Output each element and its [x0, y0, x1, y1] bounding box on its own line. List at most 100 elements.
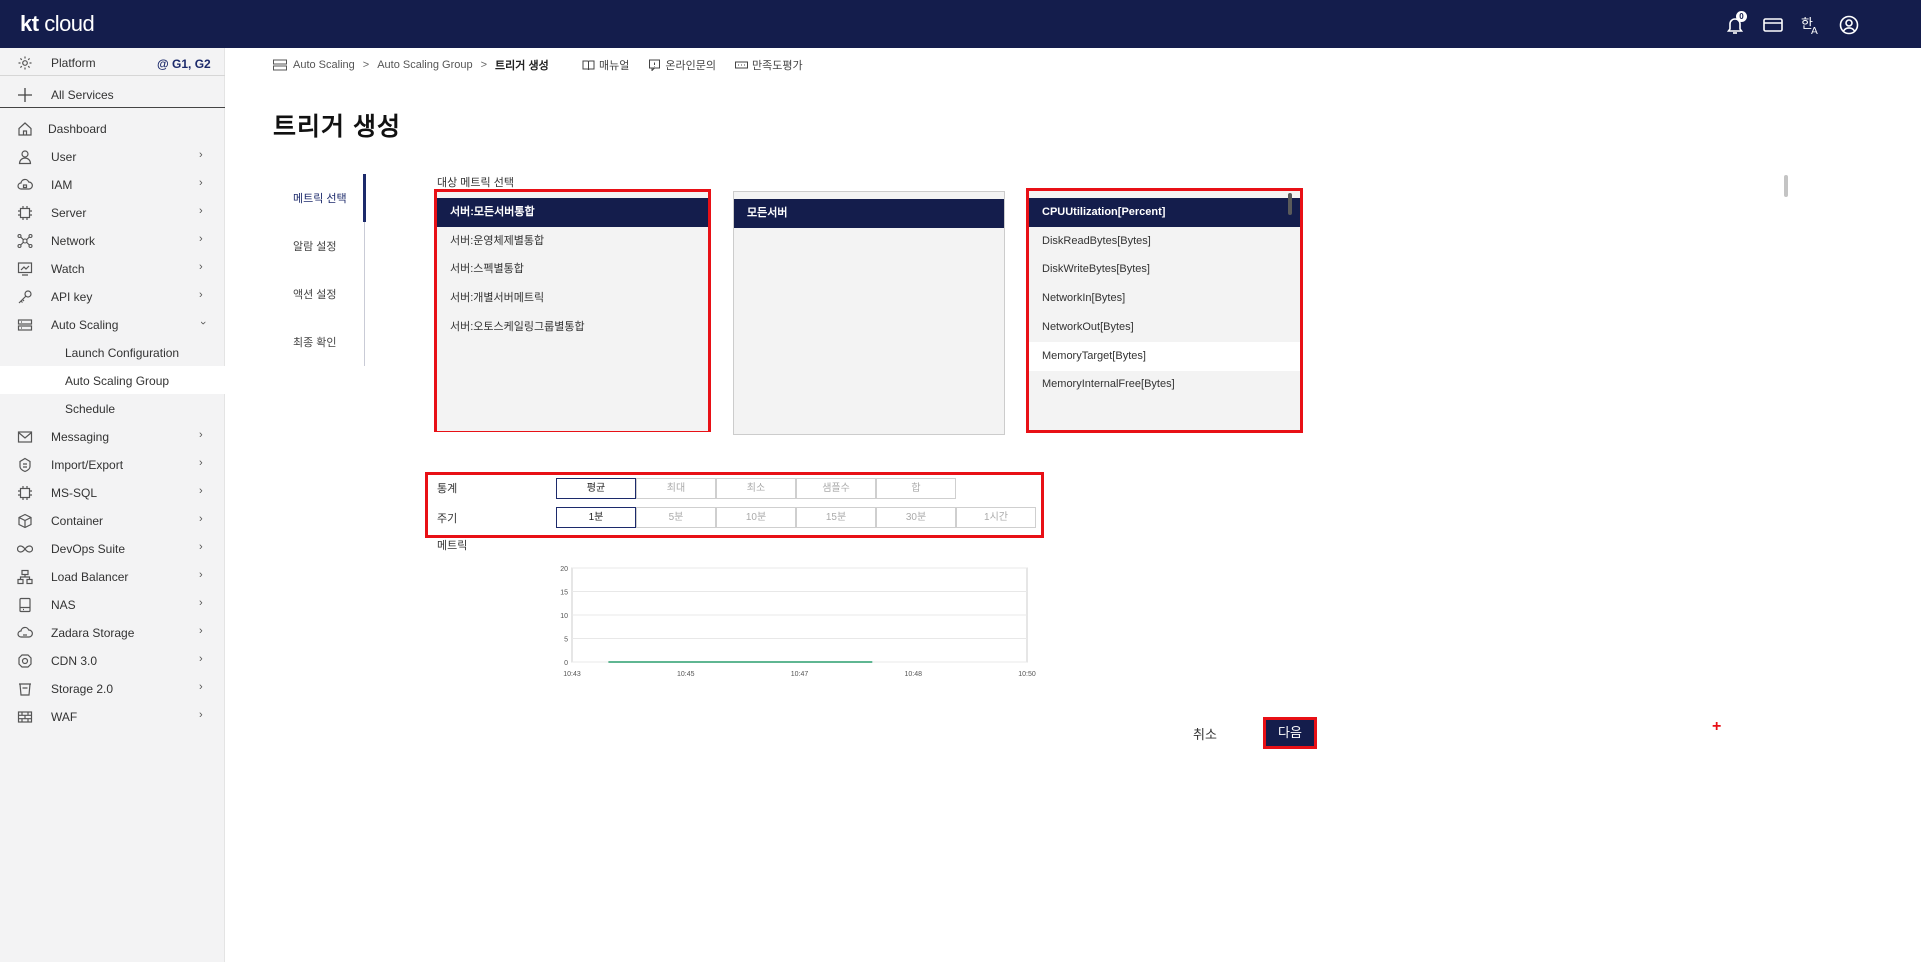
sidebar-item-storage-2[interactable]: Storage 2.0 ›	[0, 674, 225, 702]
sidebar-all-services[interactable]: All Services	[0, 80, 225, 108]
list-item[interactable]: CPUUtilization[Percent]	[1029, 198, 1300, 227]
page-title: 트리거 생성	[273, 113, 401, 141]
chevron-right-icon: ›	[199, 205, 203, 217]
sidebar-item-server[interactable]: Server ›	[0, 198, 225, 226]
list-item[interactable]: DiskReadBytes[Bytes]	[1029, 227, 1300, 256]
sidebar-item-cdn[interactable]: CDN 3.0 ›	[0, 646, 225, 674]
list-item[interactable]: 서버:오토스케일링그룹별통합	[437, 313, 708, 342]
period-option-15m[interactable]: 15분	[796, 507, 876, 528]
chevron-right-icon: ›	[199, 149, 203, 161]
cancel-button[interactable]: 취소	[1193, 724, 1217, 743]
storage-icon	[17, 597, 33, 613]
notification-badge: 0	[1736, 11, 1747, 22]
metric-name-list[interactable]: CPUUtilization[Percent] DiskReadBytes[By…	[1029, 191, 1300, 430]
sidebar-item-messaging[interactable]: Messaging ›	[0, 422, 225, 450]
stat-option-min[interactable]: 최소	[716, 478, 796, 499]
stat-option-max[interactable]: 최대	[636, 478, 716, 499]
zone-tag[interactable]: @ G1, G2	[157, 57, 211, 71]
metric-target-list[interactable]: 모든서버	[733, 191, 1005, 435]
list-item[interactable]: DiskWriteBytes[Bytes]	[1029, 255, 1300, 284]
sidebar-item-container[interactable]: Container ›	[0, 506, 225, 534]
list-item[interactable]: 모든서버	[734, 199, 1004, 228]
chat-icon	[649, 59, 661, 71]
manual-link[interactable]: 매뉴얼	[582, 57, 629, 73]
list-item[interactable]: NetworkOut[Bytes]	[1029, 313, 1300, 342]
list-item[interactable]: 서버:운영체제별통합	[437, 227, 708, 256]
sidebar-item-watch[interactable]: Watch ›	[0, 254, 225, 282]
account-icon[interactable]	[1838, 14, 1860, 36]
satisfaction-survey-link[interactable]: 만족도평가	[734, 57, 803, 73]
sidebar-item-api-key[interactable]: API key ›	[0, 282, 225, 310]
step-metric-select[interactable]: 메트릭 선택	[293, 190, 347, 206]
book-icon	[582, 60, 595, 71]
monitor-chart-icon	[17, 261, 33, 277]
chevron-right-icon: ›	[199, 625, 203, 637]
sidebar-item-import-export[interactable]: Import/Export ›	[0, 450, 225, 478]
step-final-confirm[interactable]: 최종 확인	[293, 334, 337, 350]
language-icon[interactable]: 한A	[1800, 14, 1822, 36]
load-balancer-icon	[17, 569, 33, 585]
stat-option-average[interactable]: 평균	[556, 478, 636, 499]
step-action-settings[interactable]: 액션 설정	[293, 286, 337, 302]
billing-card-icon[interactable]	[1762, 14, 1784, 36]
sidebar-item-iam[interactable]: IAM ›	[0, 170, 225, 198]
svg-text:A: A	[1811, 26, 1818, 36]
breadcrumb-auto-scaling-group[interactable]: Auto Scaling Group	[377, 59, 472, 71]
sidebar-item-launch-configuration[interactable]: Launch Configuration	[0, 338, 225, 366]
step-alarm-settings[interactable]: 알람 설정	[293, 238, 337, 254]
next-button[interactable]: 다음	[1263, 717, 1317, 749]
cube-icon	[17, 513, 33, 529]
metric-chart: 20 15 10 5 0 10:43 10:45 10:47 10:48 10:50	[560, 566, 1036, 678]
period-option-1h[interactable]: 1시간	[956, 507, 1036, 528]
list-item[interactable]: 서버:스펙별통합	[437, 255, 708, 284]
breadcrumb-current: 트리거 생성	[495, 60, 549, 72]
period-option-30m[interactable]: 30분	[876, 507, 956, 528]
chevron-right-icon: ›	[199, 289, 203, 301]
bell-icon[interactable]: 0	[1724, 11, 1747, 36]
sidebar-platform[interactable]: Platform @ G1, G2	[0, 48, 225, 76]
sidebar-item-devops-suite[interactable]: DevOps Suite ›	[0, 534, 225, 562]
key-icon	[17, 289, 33, 305]
sidebar-item-auto-scaling[interactable]: Auto Scaling ›	[0, 310, 225, 338]
period-option-1m[interactable]: 1분	[556, 507, 636, 528]
breadcrumb-auto-scaling[interactable]: Auto Scaling	[293, 59, 355, 71]
sidebar-item-auto-scaling-group[interactable]: Auto Scaling Group	[0, 366, 225, 394]
user-icon	[17, 149, 33, 165]
y-tick-label: 15	[560, 590, 568, 597]
page-scrollbar[interactable]	[1784, 175, 1788, 197]
list-item[interactable]: 서버:모든서버통합	[437, 198, 708, 227]
step-nav: 메트릭 선택 알람 설정 액션 설정 최종 확인	[280, 174, 366, 366]
sidebar-item-zadara-storage[interactable]: Zadara Storage ›	[0, 618, 225, 646]
x-tick-label: 10:47	[791, 671, 809, 678]
sidebar-item-waf[interactable]: WAF ›	[0, 702, 225, 730]
chip-icon	[17, 205, 33, 221]
period-option-5m[interactable]: 5분	[636, 507, 716, 528]
sidebar-item-schedule[interactable]: Schedule	[0, 394, 225, 422]
chevron-right-icon: ›	[199, 569, 203, 581]
sidebar-item-nas[interactable]: NAS ›	[0, 590, 225, 618]
server-stack-icon	[273, 59, 287, 71]
cloud-storage-icon	[17, 625, 33, 641]
period-option-10m[interactable]: 10분	[716, 507, 796, 528]
sidebar-item-network[interactable]: Network ›	[0, 226, 225, 254]
list-item[interactable]: 서버:개별서버메트릭	[437, 284, 708, 313]
chevron-right-icon: ›	[199, 709, 203, 721]
stat-option-samples[interactable]: 샘플수	[796, 478, 876, 499]
kt-cloud-logo[interactable]: kt cloud	[20, 11, 95, 37]
sidebar-item-ms-sql[interactable]: MS-SQL ›	[0, 478, 225, 506]
metric-category-list[interactable]: 서버:모든서버통합 서버:운영체제별통합 서버:스펙별통합 서버:개별서버메트릭…	[437, 192, 708, 431]
list-scrollbar[interactable]	[1288, 193, 1292, 215]
sidebar-item-load-balancer[interactable]: Load Balancer ›	[0, 562, 225, 590]
online-inquiry-link[interactable]: 온라인문의	[648, 57, 716, 73]
sidebar-item-dashboard[interactable]: Dashboard	[0, 114, 225, 142]
list-item[interactable]: MemoryTarget[Bytes]	[1029, 342, 1300, 371]
top-bar: kt cloud 0 한A	[0, 0, 1921, 48]
server-stack-icon	[17, 317, 33, 333]
plus-icon	[17, 87, 33, 103]
list-item[interactable]: NetworkIn[Bytes]	[1029, 284, 1300, 313]
stat-label: 통계	[437, 483, 458, 495]
sidebar-item-user[interactable]: User ›	[0, 142, 225, 170]
x-tick-label: 10:50	[1018, 671, 1036, 678]
stat-option-sum[interactable]: 합	[876, 478, 956, 499]
list-item[interactable]: MemoryInternalFree[Bytes]	[1029, 370, 1300, 399]
